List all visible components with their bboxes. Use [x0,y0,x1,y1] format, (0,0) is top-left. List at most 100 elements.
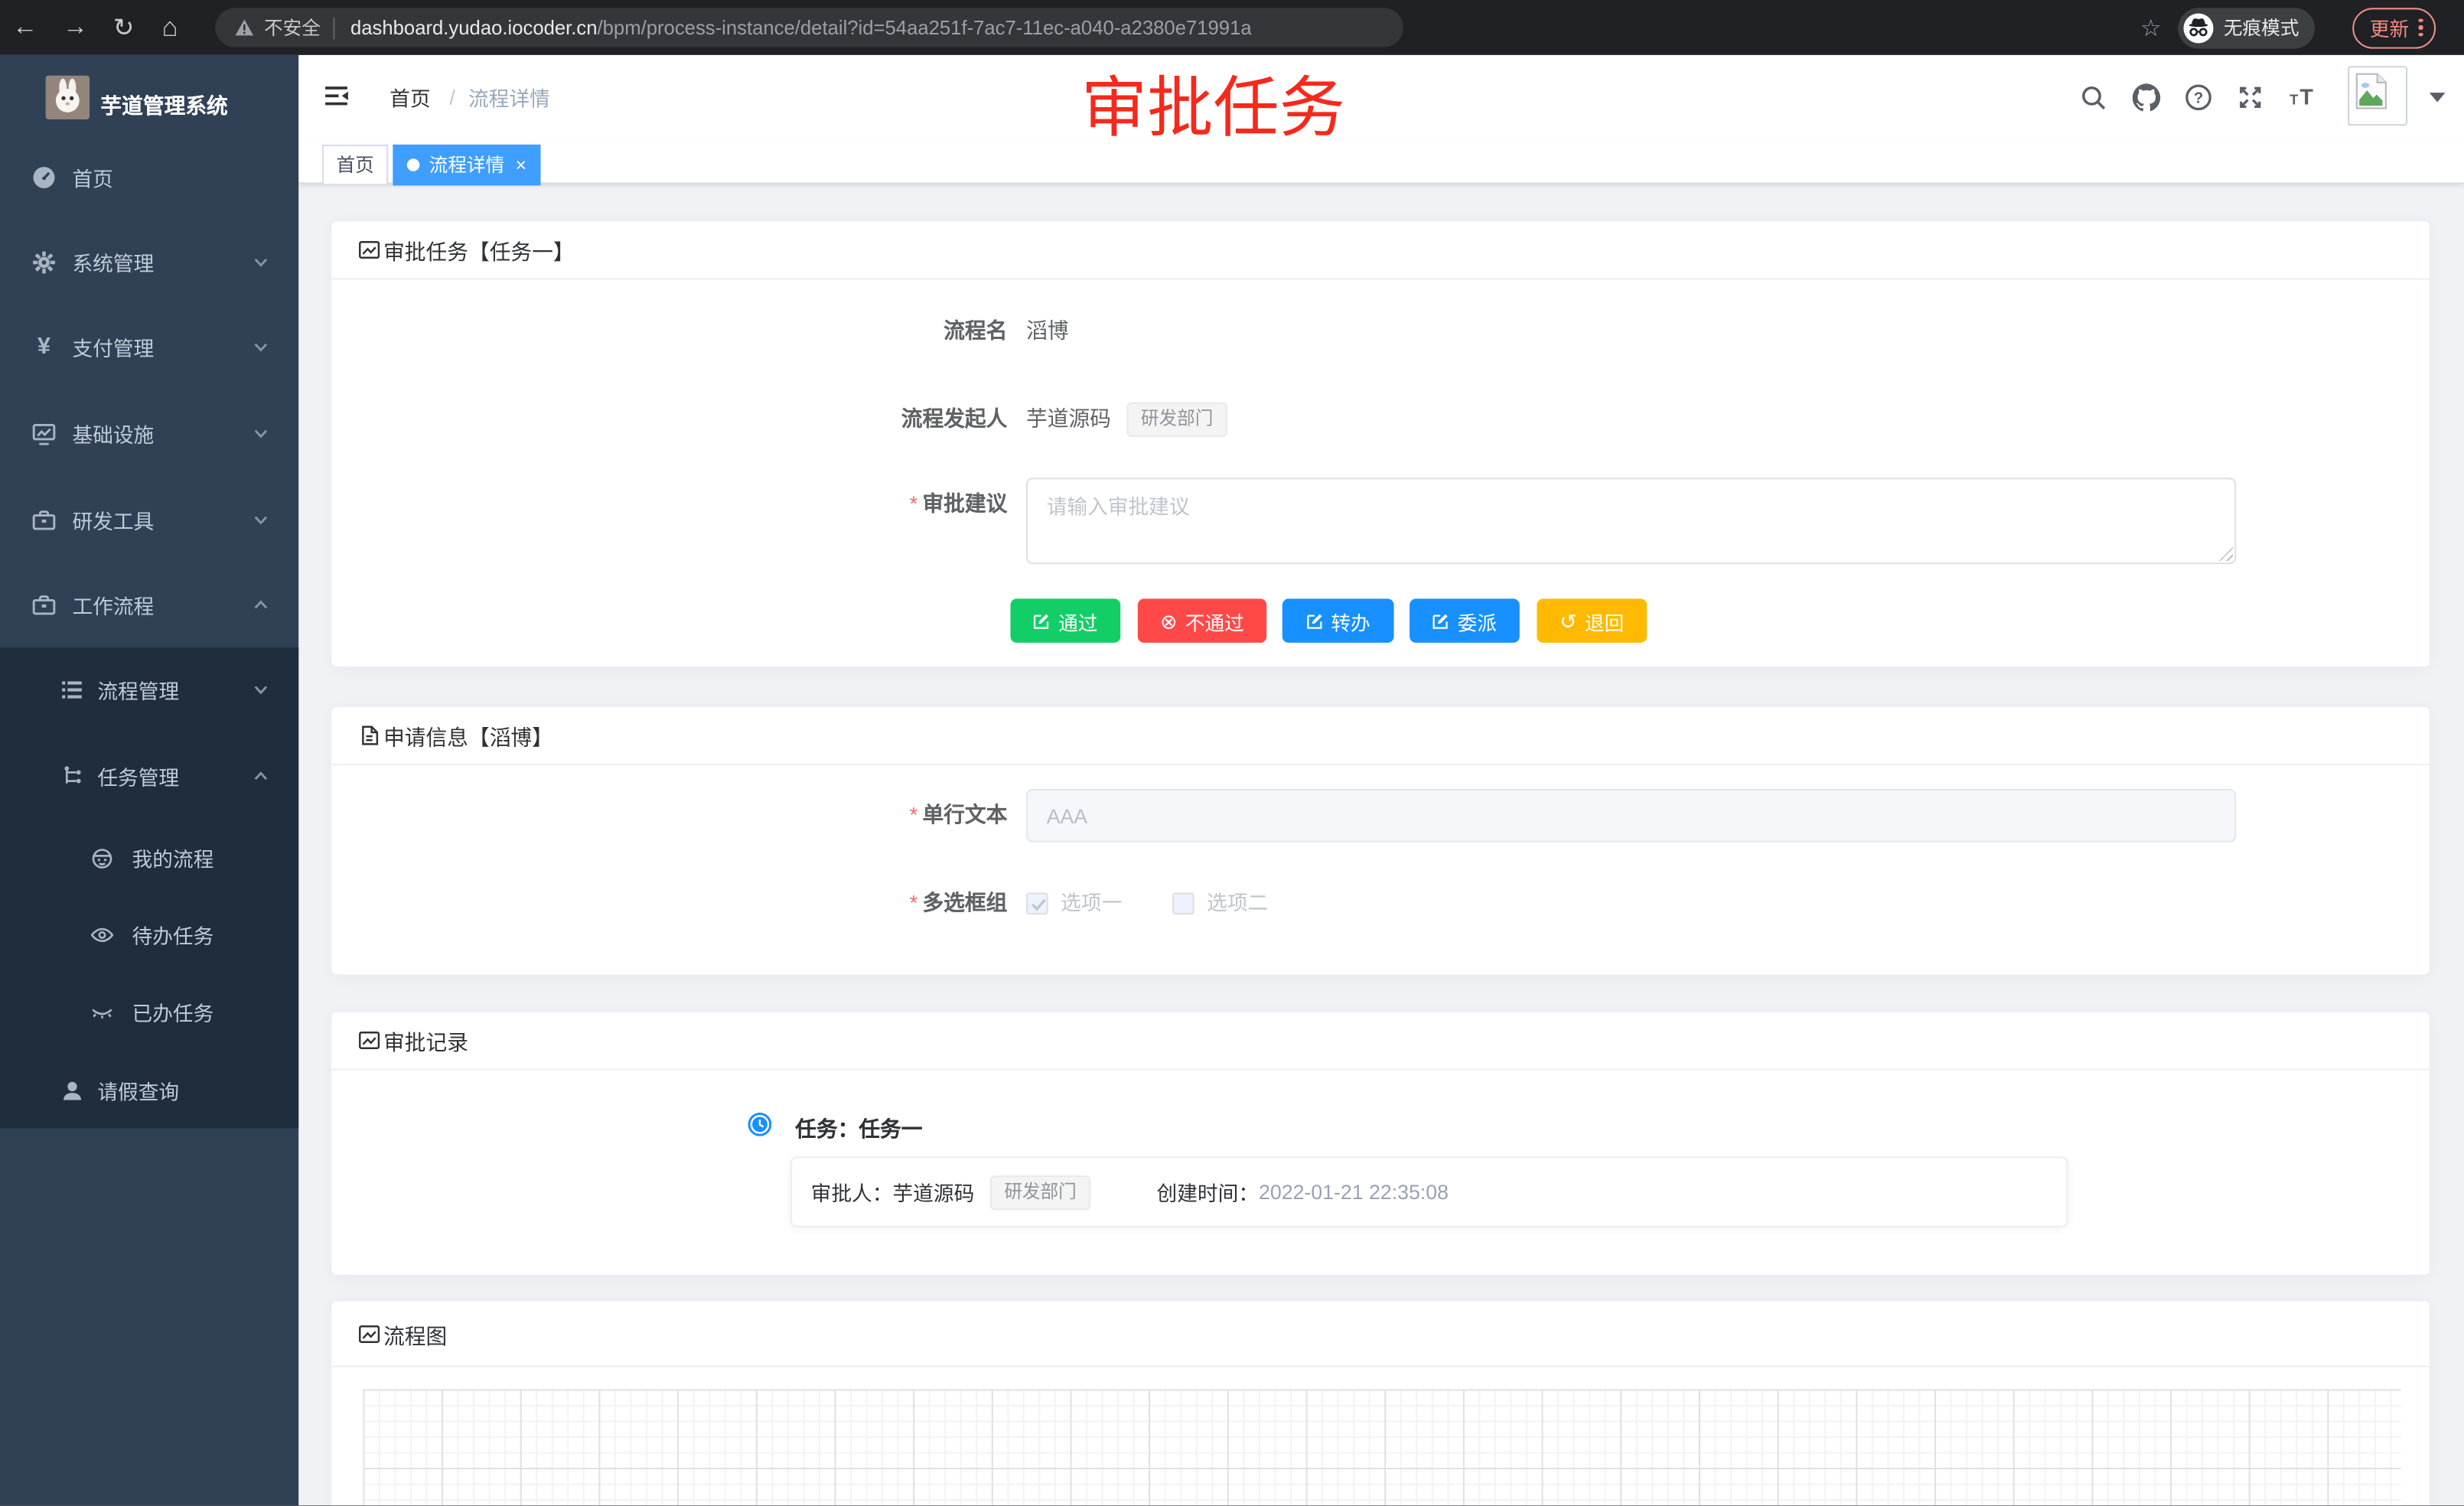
chevron-down-icon [253,340,269,356]
briefcase-icon [31,592,57,618]
chevron-up-icon [253,768,269,784]
initiator-label: 流程发起人 [360,404,1007,435]
chevron-up-icon [253,597,269,613]
approval-task-card: 审批任务【任务一】 流程名 滔博 流程发起人 芋道源码研发部门 *审批建议 通过… [330,220,2431,668]
sidebar-item-home[interactable]: 首页 [0,135,298,220]
sidebar-item-payment[interactable]: ¥ 支付管理 [0,305,298,390]
update-label: 更新 [2370,12,2409,42]
monitor-icon [31,421,57,446]
checkbox-option2-label[interactable]: 选项二 [1207,892,1268,914]
bookmark-star-icon[interactable]: ☆ [2140,14,2162,42]
app-logo-row[interactable]: 芋道管理系统 [0,55,298,143]
sidebar-item-my-process[interactable]: 我的流程 [0,819,298,898]
document-icon [358,725,380,747]
help-icon[interactable]: ? [2185,83,2213,112]
check-icon [1029,898,1048,914]
reject-button[interactable]: ⊗ 不通过 [1138,598,1266,643]
suggestion-textarea[interactable] [1026,478,2236,564]
update-button[interactable]: 更新 [2352,7,2435,47]
approval-record-card-header: 审批记录 [331,1012,2430,1071]
return-button[interactable]: ↺ 退回 [1537,598,1647,643]
sidebar-item-devtools[interactable]: 研发工具 [0,478,298,562]
picture-icon [358,1323,380,1345]
tab-home[interactable]: 首页 [322,145,388,185]
chevron-down-icon [253,426,269,442]
svg-text:?: ? [2194,90,2204,107]
omnibox-divider [333,17,334,39]
apply-info-card-header: 申请信息【滔博】 [331,707,2430,765]
approval-record-card: 审批记录 任务：任务一 审批人： 芋道源码 研发部门 创建时间： 2022-01… [330,1010,2431,1276]
sidebar-item-process-mgmt[interactable]: 流程管理 [0,647,298,732]
card-title: 流程图 [383,1318,447,1349]
tags-view-bar: 首页 流程详情 × [298,139,2464,184]
sidebar-item-workflow[interactable]: 工作流程 [0,562,298,647]
gear-icon [31,250,57,275]
timeline-clock-icon [748,1113,772,1136]
flow-diagram-card: 流程图 [330,1299,2431,1505]
delegate-button[interactable]: 委派 [1410,598,1520,643]
process-name-value: 滔博 [1026,316,1068,347]
svg-text:T: T [2299,86,2313,110]
screen: ← → ↻ ⌂ 不安全 dashboard.yudao.iocoder.cn/b… [0,0,2464,1505]
fullscreen-icon[interactable] [2237,84,2264,111]
broken-image-icon [2354,72,2388,109]
process-name-label: 流程名 [360,316,1007,347]
browser-menu-icon[interactable] [2419,18,2423,37]
checkbox-option1[interactable] [1026,892,1048,914]
github-icon[interactable] [2133,83,2161,112]
created-value: 2022-01-21 22:35:08 [1259,1180,1449,1204]
bpmn-canvas-grid[interactable] [363,1389,2401,1505]
security-warning-icon [234,18,255,38]
chevron-down-icon [253,682,269,698]
transfer-button[interactable]: 转办 [1283,598,1394,643]
tab-process-detail[interactable]: 流程详情 × [393,145,540,185]
user-icon [60,1078,85,1103]
edit-icon [1306,612,1324,630]
checkbox-option1-label[interactable]: 选项一 [1061,892,1122,914]
browser-reload-icon[interactable]: ↻ [113,0,135,55]
sidebar-item-infra[interactable]: 基础设施 [0,391,298,476]
font-size-icon[interactable]: TT [2288,83,2319,112]
browser-home-icon[interactable]: ⌂ [162,0,178,55]
close-icon[interactable]: × [516,155,526,174]
main-content: 审批任务【任务一】 流程名 滔博 流程发起人 芋道源码研发部门 *审批建议 通过… [298,184,2464,1505]
card-title: 审批任务【任务一】 [383,234,575,266]
required-asterisk: * [909,803,917,826]
browser-forward-icon[interactable]: → [63,0,88,55]
face-icon [90,846,115,871]
url-host: dashboard.yudao.iocoder.cn [350,17,598,39]
sidebar-item-leave-query[interactable]: 请假查询 [0,1048,298,1133]
incognito-label: 无痕模式 [2224,14,2299,41]
refresh-left-icon: ↺ [1560,611,1576,631]
single-text-input[interactable] [1026,789,2236,843]
app-header: 首页 / 流程详情 ? TT [298,55,2464,139]
address-bar[interactable]: 不安全 dashboard.yudao.iocoder.cn/bpm/proce… [215,8,1403,47]
avatar[interactable] [2348,66,2407,126]
tree-icon [60,764,85,789]
apply-info-card: 申请信息【滔博】 *单行文本 *多选框组 选项一 选项二 [330,706,2431,976]
chevron-down-icon [253,512,269,528]
incognito-icon [2182,11,2214,43]
avatar-dropdown-caret-icon[interactable] [2430,93,2446,102]
created-label: 创建时间： [1157,1177,1260,1207]
flow-diagram-card-header: 流程图 [331,1301,2430,1367]
sidebar-item-done-tasks[interactable]: 已办任务 [0,973,298,1051]
approve-button[interactable]: 通过 [1010,598,1120,643]
url-path: /bpm/process-instance/detail?id=54aa251f… [598,17,1252,39]
picture-icon [358,1029,380,1051]
svg-text:T: T [2290,92,2299,108]
edit-icon [1033,612,1051,630]
checkbox-option2[interactable] [1172,892,1195,914]
sidebar-item-system[interactable]: 系统管理 [0,220,298,305]
hamburger-icon[interactable] [322,82,350,110]
browser-back-icon[interactable]: ← [12,0,37,55]
search-icon[interactable] [2080,84,2107,111]
browser-chrome: ← → ↻ ⌂ 不安全 dashboard.yudao.iocoder.cn/b… [0,0,2464,55]
initiator-value: 芋道源码研发部门 [1026,403,1227,437]
eye-open-icon [90,922,115,947]
breadcrumb-home[interactable]: 首页 [389,83,430,112]
sidebar-item-todo-tasks[interactable]: 待办任务 [0,896,298,975]
sidebar-item-task-mgmt[interactable]: 任务管理 [0,734,298,819]
active-tab-dot-icon [407,158,419,171]
edit-icon [1432,612,1450,630]
